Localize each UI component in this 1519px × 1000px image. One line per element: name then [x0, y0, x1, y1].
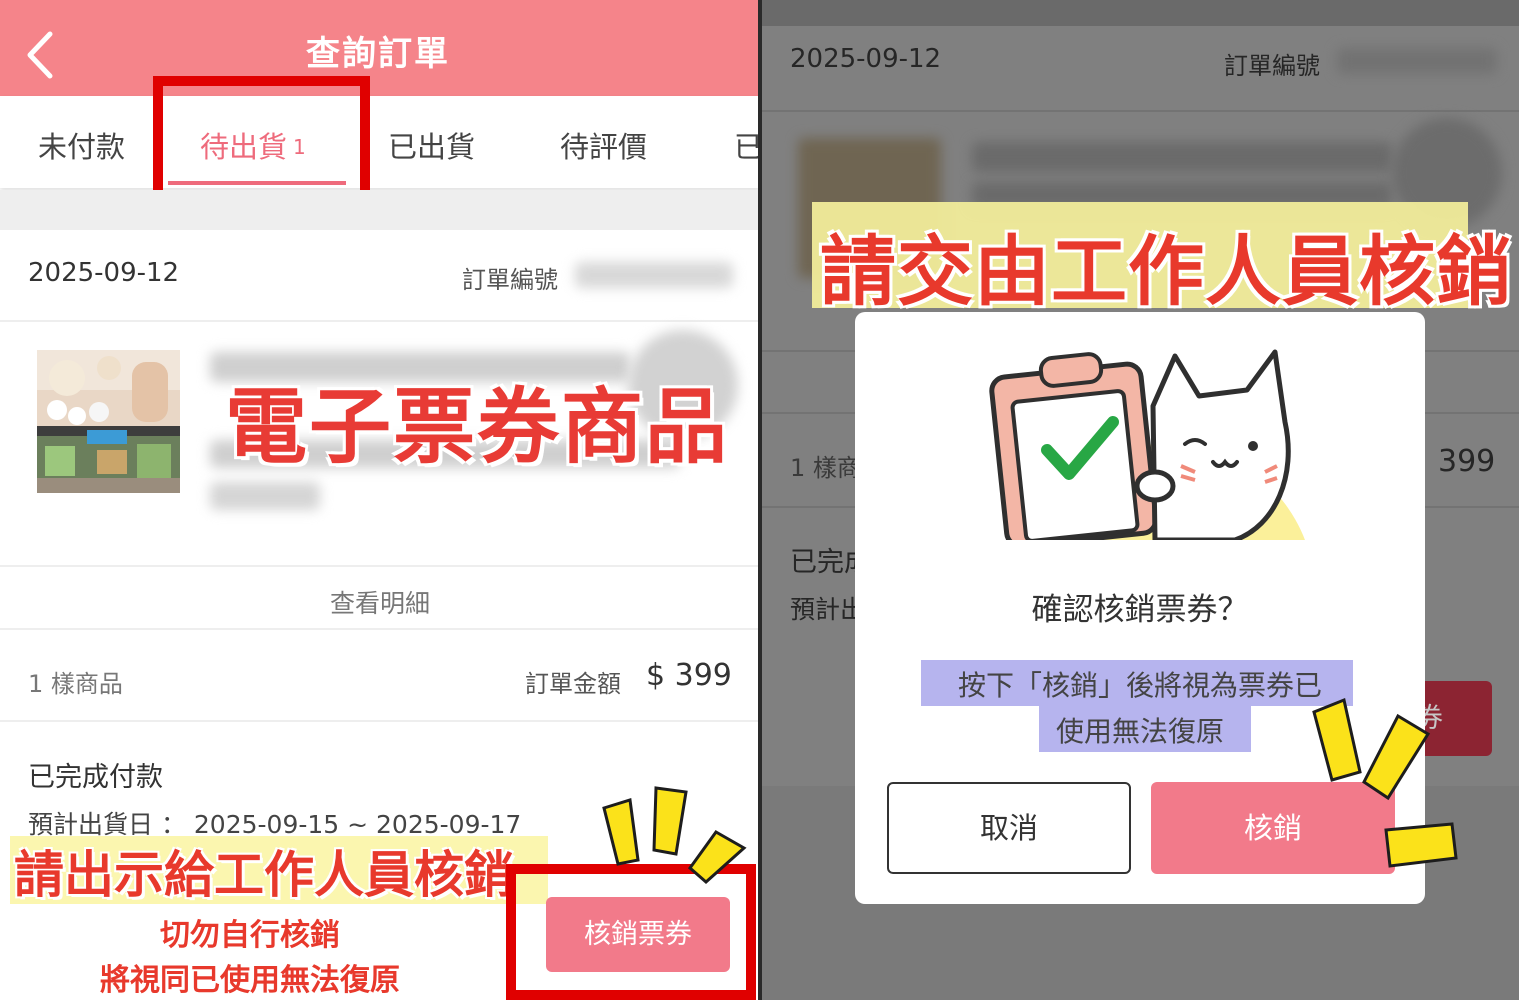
divider — [0, 320, 760, 322]
dimmed-header — [762, 0, 1519, 26]
tab-completed[interactable]: 已 — [734, 124, 760, 166]
order-amount-label: 訂單金額 — [525, 670, 621, 698]
redeem-ticket-button[interactable]: 核銷票券 — [546, 897, 730, 972]
product-image — [37, 350, 180, 493]
tab-unpaid[interactable]: 未付款 — [38, 124, 125, 166]
product-spec-redacted — [210, 482, 320, 510]
tab-label: 已出貨 — [388, 130, 476, 164]
tab-label: 已 — [734, 130, 760, 164]
tab-shipped[interactable]: 已出貨 — [388, 124, 475, 166]
product-name-redacted — [972, 142, 1392, 172]
order-date: 2025-09-12 — [28, 258, 180, 288]
annotation-eticket: 電子票券商品 — [225, 380, 730, 475]
item-count: 1 樣商 — [790, 454, 861, 482]
top-app-bar: 查詢訂單 — [0, 0, 760, 96]
tab-label: 待評價 — [560, 130, 648, 164]
confirm-screen: 2025-09-12 訂單編號 1 樣商 399 已完成 預計出 券 確認核銷票… — [762, 0, 1519, 1000]
annotation-hand-to-staff: 請交由工作人員核銷 — [820, 227, 1513, 316]
divider — [0, 720, 760, 722]
annotation-warning-1: 切勿自行核銷 — [160, 918, 340, 953]
order-screen: 查詢訂單 未付款 待出貨1 已出貨 待評價 已 2025-09-12 訂單編號 — [0, 0, 760, 1000]
annotation-show-staff: 請出示給工作人員核銷 — [14, 846, 514, 904]
divider — [762, 110, 1519, 112]
product-thumbnail[interactable] — [37, 350, 180, 493]
order-number-redacted — [575, 262, 733, 288]
cancel-button[interactable]: 取消 — [887, 782, 1131, 874]
divider — [0, 628, 760, 630]
section-gap — [0, 190, 760, 230]
order-status-tabs: 未付款 待出貨 1 已出貨 待評價 已 — [0, 96, 760, 188]
payment-status: 已完成付款 — [28, 762, 163, 793]
order-number-label: 訂單編號 — [462, 266, 558, 294]
dialog-title: 確認核銷票券？ — [1031, 592, 1249, 628]
tab-to-review[interactable]: 待評價 — [560, 124, 647, 166]
annotation-warning-2: 將視同已使用無法復原 — [100, 963, 400, 998]
order-number-label: 訂單編號 — [1224, 52, 1320, 80]
tab-label: 未付款 — [38, 130, 126, 164]
cat-mascot-icon — [989, 349, 1305, 540]
item-count: 1 樣商品 — [28, 670, 123, 698]
sparkle-burst-icon — [1312, 697, 1458, 868]
page-title: 查詢訂單 — [306, 34, 450, 74]
order-amount: 399 — [1438, 444, 1496, 479]
estimated-ship-date: 預計出 — [790, 595, 866, 624]
order-date: 2025-09-12 — [790, 44, 942, 74]
order-number-redacted — [1337, 48, 1497, 74]
sparkle-burst-icon — [602, 786, 747, 885]
view-detail-link[interactable]: 查看明細 — [0, 584, 760, 620]
order-amount: $ 399 — [646, 658, 732, 693]
divider — [0, 565, 760, 567]
